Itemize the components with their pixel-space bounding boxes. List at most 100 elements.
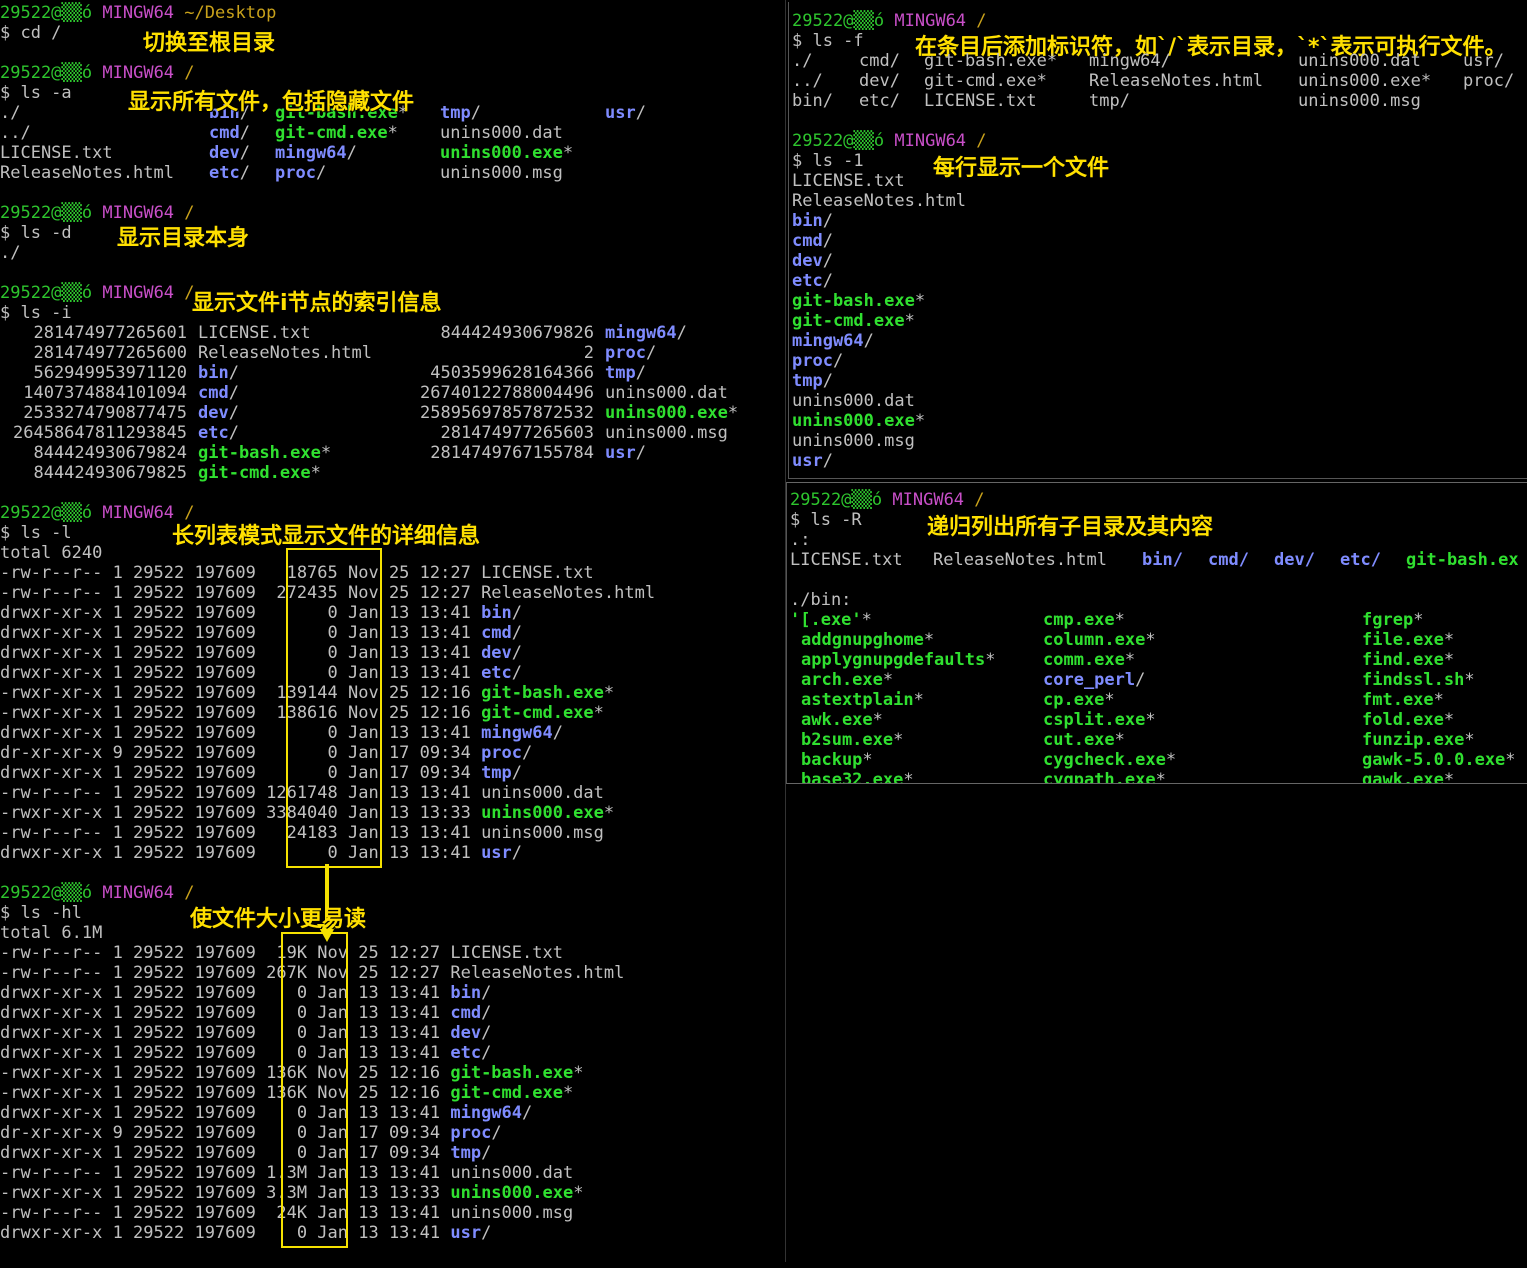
ls-1-row: LICENSE.txt [792, 171, 905, 191]
ls-hl-row: -rwxr-xr-x 1 29522 197609 136K Nov 25 12… [0, 1083, 785, 1103]
file-suffix: * [562, 143, 574, 163]
file-name: tmp [792, 371, 823, 391]
file-name: backup [801, 750, 863, 770]
file-name: awk.exe [801, 710, 873, 730]
file-name: mingw64 [450, 1103, 523, 1123]
ls-1-row: usr/ [792, 451, 833, 471]
command-line: $ ls -hl [0, 903, 82, 923]
ls-a-row: ../cmd/git-cmd.exe* unins000.dat [0, 123, 785, 143]
ls-l-meta: drwxr-xr-x 1 29522 197609 [0, 1003, 267, 1023]
terminal-middle-right[interactable]: 29522@▒▒ó MINGW64 /$ ls -R 递归列出所有子目录及其内容.… [786, 482, 1527, 784]
ls-f-cell: git-cmd.exe* [924, 71, 1047, 91]
file-name: dev [198, 403, 229, 423]
file-name: unins000.msg [1298, 91, 1421, 111]
terminal-left[interactable]: 29522@▒▒ó MINGW64 ~/Desktop $ cd / 切换至根目录 2… [0, 0, 786, 1262]
bin-entry: file.exe* [1362, 630, 1454, 650]
ls-i-row: 2533274790877475 dev/25895697857872532 uni… [0, 403, 785, 423]
ls-a-cell: ./ [0, 103, 20, 123]
file-name: unins000.msg [792, 431, 915, 451]
ls-l-meta: -rwxr-xr-x 1 29522 197609 [0, 1083, 267, 1103]
file-suffix: / [635, 363, 646, 383]
ls-i-row: 281474977265601 LICENSE.txt 84442493067982… [0, 323, 785, 343]
ls-l-meta: -rwxr-xr-x 1 29522 197609 [0, 683, 267, 703]
ls-1-row: unins000.exe* [792, 411, 925, 431]
ls-hl-row: drwxr-xr-x 1 29522 197609 0 Jan 13 13:41… [0, 1043, 785, 1063]
file-suffix: * [1124, 650, 1136, 670]
ls-l-meta: -rw-r--r-- 1 29522 197609 [0, 783, 267, 803]
file-suffix: / [511, 643, 523, 663]
file-name: unins000.exe [792, 411, 915, 431]
file-name: unins000.msg [605, 423, 728, 443]
ls-l-row: -rw-r--r-- 1 29522 197609 272435 Nov 25 … [0, 583, 785, 603]
file-name: base32.exe [801, 770, 904, 784]
file-name: ReleaseNotes.html [1089, 71, 1263, 91]
ls-l-meta: drwxr-xr-x 1 29522 197609 [0, 663, 267, 683]
ls-a-cell: dev/ [209, 143, 250, 163]
file-suffix: / [481, 1003, 492, 1023]
file-name: mingw64 [792, 331, 864, 351]
file-suffix: / [822, 251, 833, 271]
file-name: usr [605, 443, 636, 463]
file-suffix: * [1464, 670, 1475, 690]
prompt-cwd: / [184, 883, 195, 903]
bin-entry: gawk.exe* [1362, 770, 1454, 783]
command-line: $ ls -f [792, 31, 864, 51]
file-suffix: / [511, 663, 523, 683]
annotation-cd: 切换至根目录 [143, 31, 276, 56]
file-name: mingw64 [481, 723, 553, 743]
command-text: $ ls -hl [0, 903, 82, 923]
file-name: git-cmd.exe [450, 1083, 563, 1103]
ls-1-row: unins000.msg [792, 431, 915, 451]
terminal-top-right[interactable]: 29522@▒▒ó MINGW64 /$ ls -f 在条目后添加标识符，如`/`… [788, 2, 1527, 479]
file-name: unins000.dat [605, 383, 728, 403]
file-suffix: * [310, 463, 321, 483]
inode-file: LICENSE.txt [198, 323, 311, 343]
file-suffix: * [1114, 610, 1125, 630]
ls-l-meta: dr-xr-xr-x 9 29522 197609 [0, 1123, 267, 1143]
dir-label: .: [790, 530, 810, 550]
ls-1-row: tmp/ [792, 371, 833, 391]
inode-file: ReleaseNotes.html [198, 343, 372, 363]
bin-entry: applygnupgdefaults* [801, 650, 995, 670]
prompt-user: 29522@ [792, 11, 854, 31]
file-suffix: * [1114, 730, 1125, 750]
prompt-cwd: / [976, 131, 987, 151]
ls-f-cell: unins000.dat [1298, 51, 1421, 71]
ls-hl-row: -rw-r--r-- 1 29522 197609 24K Jan 13 13:… [0, 1203, 785, 1223]
file-suffix: * [1145, 630, 1156, 650]
bin-entry: cmp.exe* [1043, 610, 1125, 630]
ls-i-row: 844424930679824 git-bash.exe* 281474976715… [0, 443, 785, 463]
dir-label: ./bin: [790, 590, 851, 610]
ls-l-meta: drwxr-xr-x 1 29522 197609 [0, 643, 267, 663]
file-name: unins000.dat [450, 1163, 574, 1183]
file-name: ./ [0, 103, 21, 123]
ls-l-meta: -rw-r--r-- 1 29522 197609 [0, 1163, 267, 1183]
inode-file: proc/ [605, 343, 656, 363]
inode-number: 26458647811293845 [13, 423, 187, 443]
prompt-user: 29522@ [0, 63, 62, 83]
file-name: unins000.dat [440, 123, 563, 143]
file-suffix: / [491, 1123, 502, 1143]
command-text: $ ls -a [0, 83, 72, 103]
ls-hl-row: drwxr-xr-x 1 29522 197609 0 Jan 17 09:34… [0, 1143, 785, 1163]
file-name: astextplain [801, 690, 914, 710]
ls-a-row: LICENSE.txt dev/mingw64/unins000.exe* [0, 143, 785, 163]
file-name: git-cmd.exe [275, 123, 388, 143]
bin-entry: findssl.sh* [1362, 670, 1475, 690]
file-name: ../ [792, 71, 823, 91]
file-name: unins000.exe [605, 403, 728, 423]
inode-number: 4503599628164366 [430, 363, 594, 383]
file-name: cut.exe [1043, 730, 1115, 750]
inode-file: bin/ [198, 363, 239, 383]
total-line: total 6.1M [0, 923, 102, 943]
inode-number: 1407374884101094 [23, 383, 187, 403]
file-name: cmp.exe [1043, 610, 1115, 630]
inode-file: git-cmd.exe* [198, 463, 321, 483]
size-highlight-box [286, 548, 382, 868]
prompt-user: 29522@ [0, 883, 62, 903]
file-suffix: * [1145, 710, 1156, 730]
file-suffix: / [522, 1103, 533, 1123]
file-name: '[.exe' [790, 610, 862, 630]
file-name: usr [481, 843, 512, 863]
ls-R-cell: LICENSE.txt [790, 550, 903, 570]
